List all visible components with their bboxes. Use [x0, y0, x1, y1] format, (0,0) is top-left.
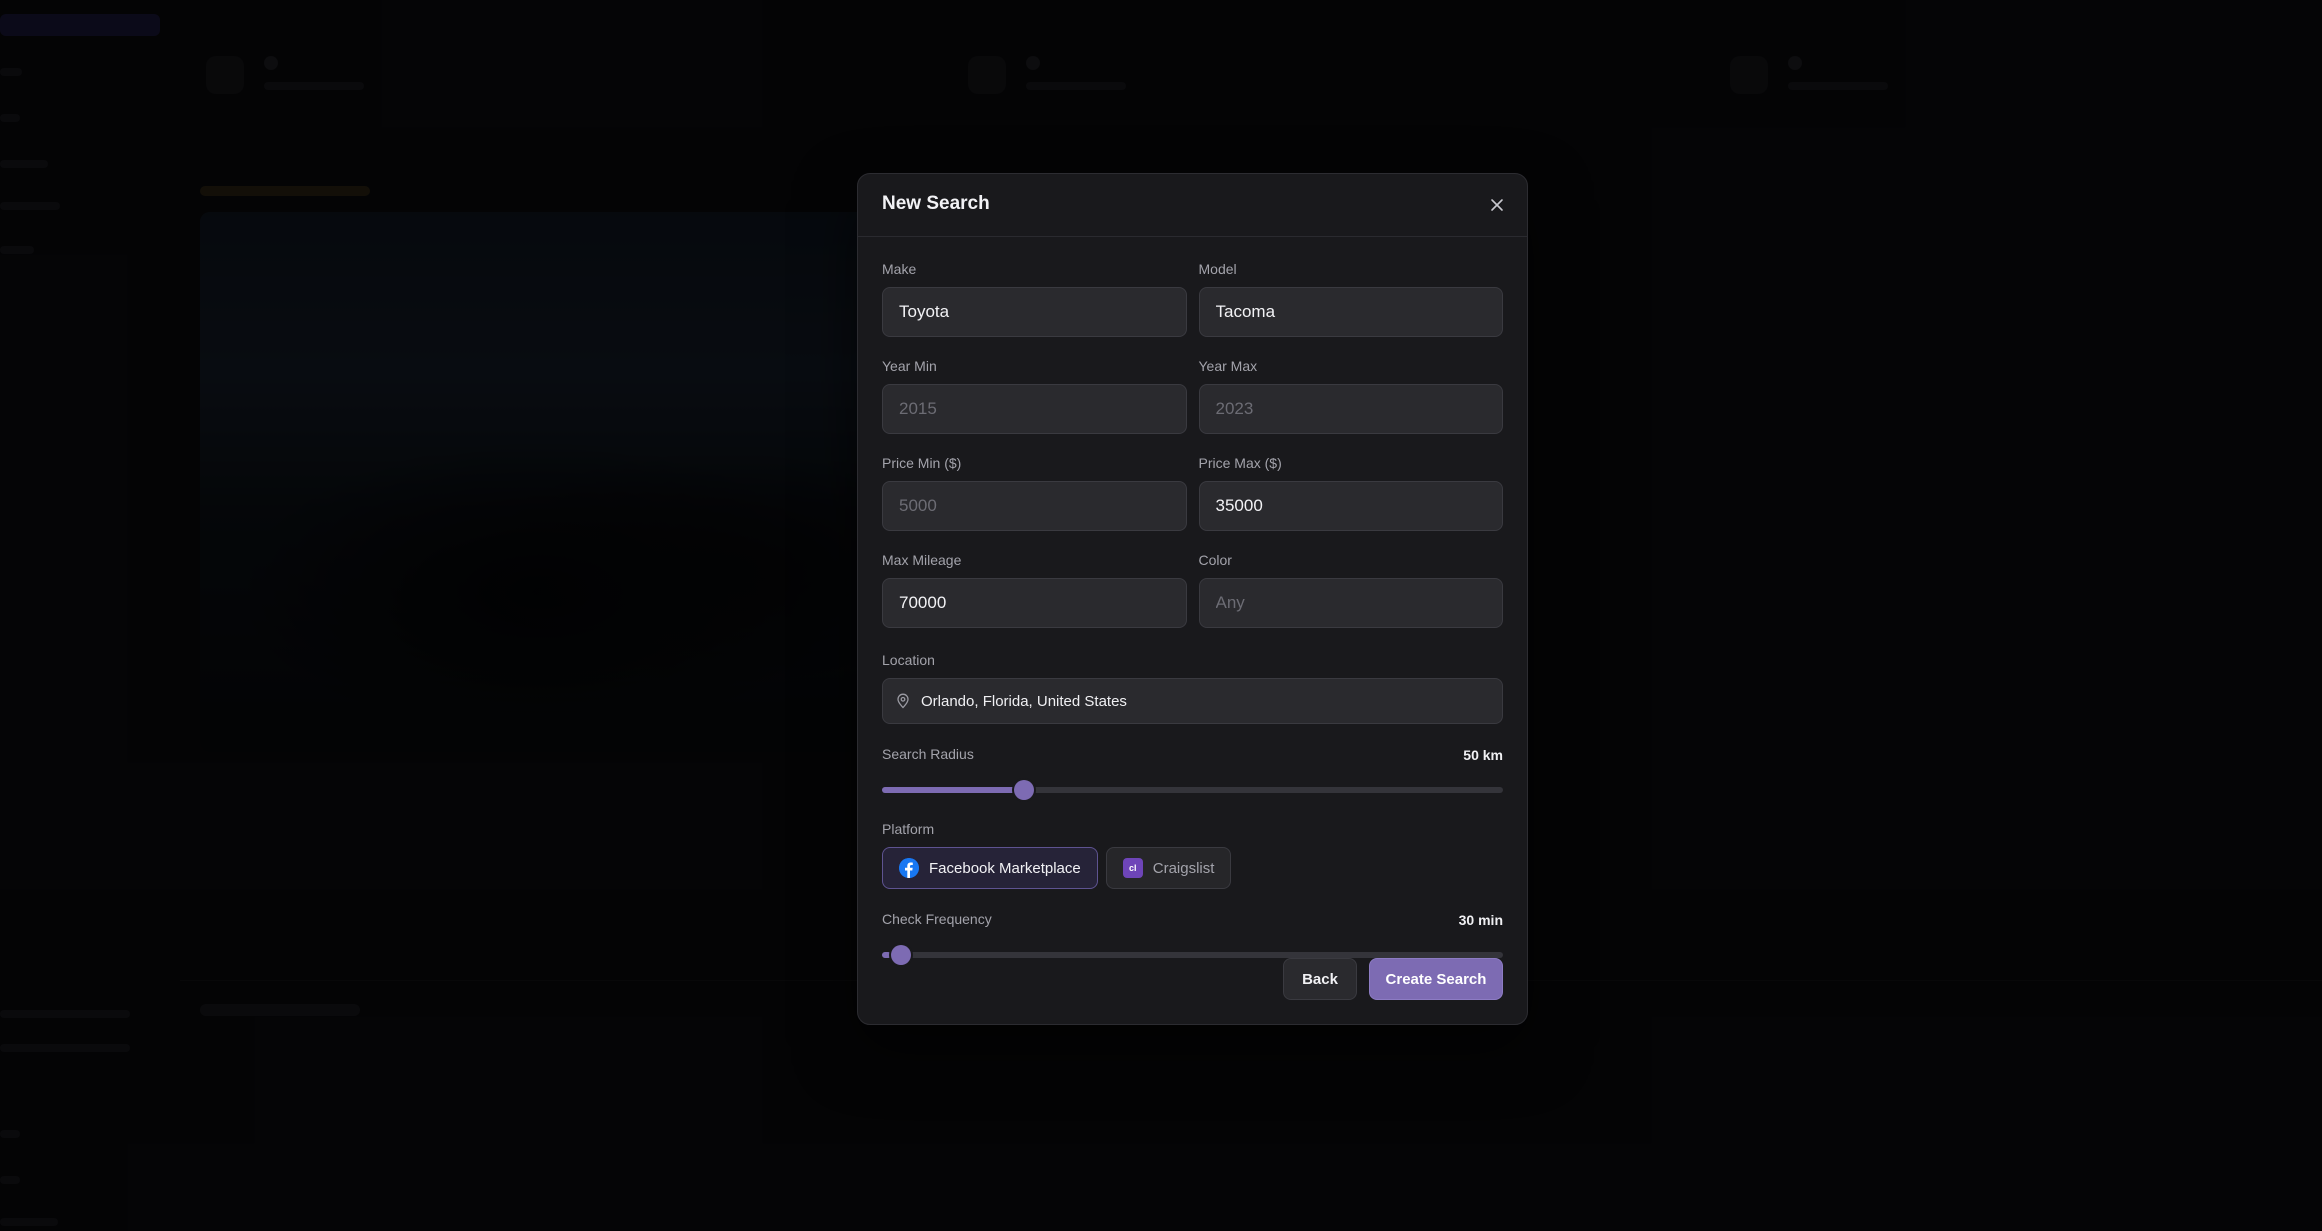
price-max-label: Price Max ($) — [1198, 455, 1282, 471]
year-min-label: Year Min — [882, 358, 937, 374]
platform-option-label: Facebook Marketplace — [929, 859, 1081, 877]
dialog-header: New Search — [858, 174, 1527, 237]
craigslist-icon: cl — [1122, 858, 1143, 878]
year-max-field-group: Year Max — [1198, 358, 1503, 434]
model-label: Model — [1198, 261, 1237, 277]
search-radius-group: Search Radius 50 km — [882, 746, 1503, 800]
close-icon — [1491, 199, 1503, 211]
make-label: Make — [882, 261, 917, 277]
back-button[interactable]: Back — [1283, 958, 1357, 1000]
map-pin-icon — [897, 693, 909, 709]
color-label: Color — [1198, 552, 1232, 568]
price-max-input[interactable] — [1198, 481, 1503, 531]
location-input[interactable]: Orlando, Florida, United States — [882, 678, 1503, 724]
price-min-label: Price Min ($) — [882, 455, 962, 471]
search-radius-slider[interactable] — [882, 780, 1503, 800]
check-frequency-label: Check Frequency — [882, 911, 992, 927]
platform-group: Platform Facebook Marketplace cl Craigsl… — [882, 821, 1503, 889]
color-field-group: Color — [1198, 552, 1503, 628]
model-input[interactable] — [1198, 287, 1503, 337]
model-field-group: Model — [1198, 261, 1503, 337]
make-field-group: Make — [882, 261, 1187, 337]
year-max-label: Year Max — [1198, 358, 1258, 374]
year-min-field-group: Year Min — [882, 358, 1187, 434]
slider-thumb[interactable] — [1014, 780, 1035, 800]
slider-fill — [882, 952, 892, 958]
location-value: Orlando, Florida, United States — [921, 692, 1127, 710]
price-min-input[interactable] — [882, 481, 1187, 531]
close-button[interactable] — [1483, 191, 1511, 219]
max-mileage-input[interactable] — [882, 578, 1187, 628]
check-frequency-group: Check Frequency 30 min — [882, 911, 1503, 965]
facebook-icon — [899, 858, 919, 878]
platform-option-facebook-marketplace[interactable]: Facebook Marketplace — [882, 847, 1098, 889]
slider-fill — [882, 787, 1019, 793]
price-min-field-group: Price Min ($) — [882, 455, 1187, 531]
max-mileage-field-group: Max Mileage — [882, 552, 1187, 628]
color-input[interactable] — [1198, 578, 1503, 628]
platform-option-label: Craigslist — [1152, 859, 1215, 877]
dialog-title: New Search — [882, 193, 990, 214]
price-max-field-group: Price Max ($) — [1198, 455, 1503, 531]
year-max-input[interactable] — [1198, 384, 1503, 434]
location-label: Location — [882, 652, 935, 668]
new-search-dialog: New Search Make Model Year Min Year — [857, 173, 1528, 1025]
platform-label: Platform — [882, 821, 935, 837]
max-mileage-label: Max Mileage — [882, 552, 962, 568]
platform-option-craigslist[interactable]: cl Craigslist — [1105, 847, 1232, 889]
make-input[interactable] — [882, 287, 1187, 337]
dialog-body: Make Model Year Min Year Max Price Min (… — [858, 237, 1527, 965]
search-radius-value: 50 km — [1463, 746, 1503, 763]
check-frequency-value: 30 min — [1458, 911, 1503, 928]
year-min-input[interactable] — [882, 384, 1187, 434]
dialog-footer: Back Create Search — [1283, 958, 1503, 1000]
slider-thumb[interactable] — [891, 945, 911, 965]
search-radius-label: Search Radius — [882, 746, 974, 762]
create-search-button[interactable]: Create Search — [1369, 958, 1503, 1000]
